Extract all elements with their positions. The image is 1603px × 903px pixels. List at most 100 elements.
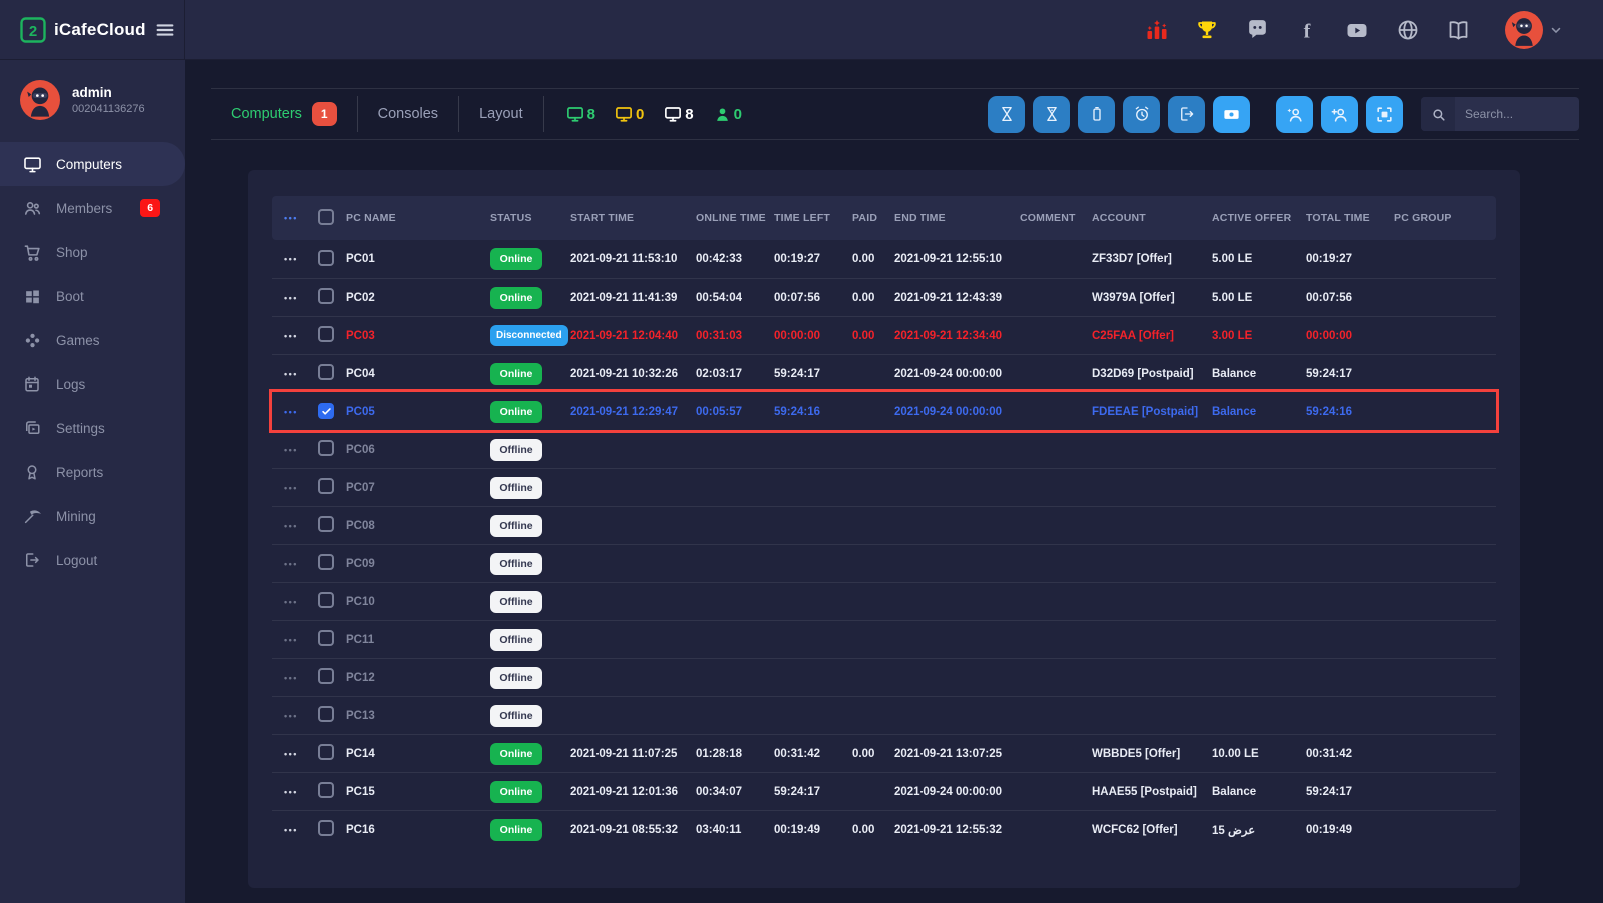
sidebar-avatar — [20, 80, 60, 120]
row-checkbox[interactable] — [318, 630, 334, 646]
online-time: 00:42:33 — [696, 253, 774, 265]
alarm-button[interactable] — [1123, 96, 1160, 133]
table-row: •••PC01Online2021-09-21 11:53:1000:42:33… — [272, 240, 1496, 278]
row-checkbox[interactable] — [318, 592, 334, 608]
row-actions-button[interactable]: ••• — [284, 331, 298, 341]
docs-icon[interactable] — [1446, 18, 1471, 42]
hourglass-button[interactable] — [988, 96, 1025, 133]
trophy-icon[interactable] — [1195, 18, 1219, 42]
total-time: 59:24:16 — [1306, 406, 1394, 418]
row-checkbox[interactable] — [318, 326, 334, 342]
sidebar-item-label: Logs — [56, 377, 85, 392]
select-all-checkbox[interactable] — [318, 209, 334, 225]
account-menu[interactable] — [1505, 11, 1563, 49]
end-time: 2021-09-21 12:55:10 — [894, 253, 1020, 265]
facebook-icon[interactable]: f — [1296, 18, 1318, 42]
divider — [543, 96, 544, 132]
sidebar-item-shop[interactable]: Shop — [0, 230, 185, 274]
pc-name: PC02 — [346, 292, 490, 304]
row-checkbox[interactable] — [318, 820, 334, 836]
row-checkbox[interactable] — [318, 478, 334, 494]
search-input[interactable] — [1455, 107, 1579, 121]
brand-logo-icon: 2 — [20, 17, 46, 43]
menu-toggle-button[interactable] — [154, 19, 176, 41]
sidebar-item-mining[interactable]: Mining — [0, 494, 185, 538]
row-actions-button[interactable]: ••• — [284, 407, 298, 417]
row-actions-button[interactable]: ••• — [284, 254, 298, 264]
globe-icon[interactable] — [1396, 18, 1420, 42]
row-actions-button[interactable]: ••• — [284, 293, 298, 303]
sidebar-item-label: Boot — [56, 289, 84, 304]
table-row: •••PC13Offline — [272, 696, 1496, 734]
row-actions-button[interactable]: ••• — [284, 521, 298, 531]
row-actions-button[interactable]: ••• — [284, 597, 298, 607]
add-member-plus-button[interactable] — [1321, 96, 1358, 133]
row-checkbox[interactable] — [318, 706, 334, 722]
row-actions-button[interactable]: ••• — [284, 673, 298, 683]
screenshot-button[interactable] — [1366, 96, 1403, 133]
row-checkbox[interactable] — [318, 782, 334, 798]
row-actions-button[interactable]: ••• — [284, 369, 298, 379]
row-checkbox[interactable] — [318, 668, 334, 684]
start-time: 2021-09-21 10:32:26 — [570, 368, 696, 380]
total-time: 00:31:42 — [1306, 748, 1394, 760]
table-row: •••PC14Online2021-09-21 11:07:2501:28:18… — [272, 734, 1496, 772]
row-actions-button[interactable]: ••• — [284, 825, 298, 835]
sidebar-item-members[interactable]: Members 6 — [0, 186, 185, 230]
topbar-links: f — [1145, 11, 1603, 49]
hourglass-refund-button[interactable] — [1033, 96, 1070, 133]
row-actions-button[interactable]: ••• — [284, 711, 298, 721]
time-left: 00:19:27 — [774, 253, 852, 265]
row-checkbox[interactable] — [318, 516, 334, 532]
discord-icon[interactable] — [1245, 17, 1270, 42]
battery-button[interactable] — [1078, 96, 1115, 133]
row-checkbox[interactable] — [318, 250, 334, 266]
tab-computers[interactable]: Computers 1 — [211, 102, 357, 126]
table-row: •••PC11Offline — [272, 620, 1496, 658]
sidebar-item-reports[interactable]: Reports — [0, 450, 185, 494]
online-time: 01:28:18 — [696, 748, 774, 760]
sidebar-item-logout[interactable]: Logout — [0, 538, 185, 582]
status-badge: Offline — [490, 629, 542, 651]
ranking-icon[interactable] — [1145, 18, 1169, 42]
sidebar-item-games[interactable]: Games — [0, 318, 185, 362]
row-checkbox[interactable] — [318, 364, 334, 380]
sign-out-button[interactable] — [1168, 96, 1205, 133]
row-actions-button[interactable]: ••• — [284, 749, 298, 759]
row-checkbox[interactable] — [318, 403, 334, 419]
pc-name: PC12 — [346, 672, 490, 684]
row-actions-button[interactable]: ••• — [284, 559, 298, 569]
header-actions-button[interactable]: ••• — [284, 213, 298, 223]
start-time: 2021-09-21 12:29:47 — [570, 406, 696, 418]
youtube-icon[interactable] — [1344, 18, 1370, 42]
tab-layout[interactable]: Layout — [459, 106, 543, 122]
toolbar: Computers 1 Consoles Layout 8 0 8 0 — [211, 88, 1579, 140]
svg-text:f: f — [1304, 20, 1311, 42]
row-actions-button[interactable]: ••• — [284, 787, 298, 797]
end-time: 2021-09-21 12:55:32 — [894, 824, 1020, 836]
counter-value: 0 — [734, 106, 742, 123]
row-actions-button[interactable]: ••• — [284, 483, 298, 493]
time-left: 59:24:16 — [774, 406, 852, 418]
tab-consoles[interactable]: Consoles — [358, 106, 458, 122]
pc-name: PC15 — [346, 786, 490, 798]
add-member-star-button[interactable] — [1276, 96, 1313, 133]
sidebar-item-logs[interactable]: Logs — [0, 362, 185, 406]
pc-name: PC10 — [346, 596, 490, 608]
row-checkbox[interactable] — [318, 744, 334, 760]
time-left: 59:24:17 — [774, 368, 852, 380]
sidebar-item-settings[interactable]: Settings — [0, 406, 185, 450]
computers-tab-badge: 1 — [312, 102, 337, 126]
row-actions-button[interactable]: ••• — [284, 635, 298, 645]
sidebar-item-label: Games — [56, 333, 100, 348]
row-checkbox[interactable] — [318, 554, 334, 570]
total-time: 00:19:27 — [1306, 253, 1394, 265]
people-icon — [22, 199, 42, 218]
row-checkbox[interactable] — [318, 288, 334, 304]
sidebar-item-computers[interactable]: Computers — [0, 142, 185, 186]
row-checkbox[interactable] — [318, 440, 334, 456]
row-actions-button[interactable]: ••• — [284, 445, 298, 455]
column-header: PAID — [852, 212, 894, 224]
cash-button[interactable] — [1213, 96, 1250, 133]
sidebar-item-boot[interactable]: Boot — [0, 274, 185, 318]
